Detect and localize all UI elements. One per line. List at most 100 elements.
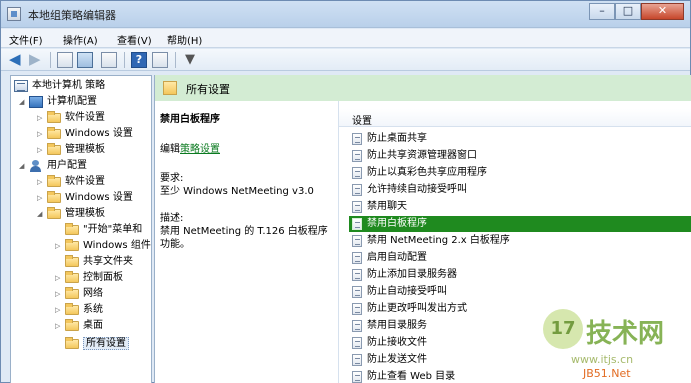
tree-windows-components[interactable]: ▷ Windows 组件	[55, 238, 151, 254]
collapse-arrow-icon[interactable]: ▷	[55, 318, 65, 334]
folder-icon	[65, 303, 79, 315]
policy-setting-icon	[352, 269, 362, 281]
settings-row[interactable]: 启用自动配置	[349, 250, 691, 266]
tree-network[interactable]: ▷ 网络	[55, 286, 103, 302]
forward-arrow-icon[interactable]: ▶	[29, 52, 45, 68]
settings-row[interactable]: 允许持续自动接受呼叫	[349, 182, 691, 198]
settings-row[interactable]: 防止接收文件	[349, 335, 691, 351]
policy-setting-icon	[352, 150, 362, 162]
collapse-arrow-icon[interactable]: ▷	[55, 302, 65, 318]
collapse-arrow-icon[interactable]: ▷	[37, 110, 47, 126]
policy-setting-icon	[352, 184, 362, 196]
tree-start-menu[interactable]: "开始"菜单和	[55, 222, 142, 238]
tree-user-config[interactable]: ◢ 用户配置	[19, 158, 87, 174]
policy-setting-icon	[352, 320, 362, 332]
policy-setting-icon	[352, 354, 362, 366]
collapse-arrow-icon[interactable]: ▷	[55, 238, 65, 254]
maximize-button[interactable]: □	[615, 3, 641, 20]
settings-row[interactable]: 禁用目录服务	[349, 318, 691, 334]
settings-row-label: 启用自动配置	[367, 252, 427, 263]
tree-shared-folders[interactable]: 共享文件夹	[55, 254, 133, 270]
folder-icon	[47, 175, 61, 187]
tree-all-settings[interactable]: 所有设置	[55, 336, 129, 352]
close-button[interactable]: ✕	[641, 3, 684, 20]
collapse-arrow-icon[interactable]: ▷	[37, 126, 47, 142]
settings-row[interactable]: 防止共享资源管理器窗口	[349, 148, 691, 164]
settings-row[interactable]: 防止桌面共享	[349, 131, 691, 147]
collapse-arrow-icon[interactable]: ▷	[37, 142, 47, 158]
tree-user-windows[interactable]: ▷ Windows 设置	[37, 190, 133, 206]
settings-row-label: 防止添加目录服务器	[367, 269, 457, 280]
policy-settings-link[interactable]: 策略设置	[180, 144, 220, 155]
policy-setting-icon	[352, 167, 362, 179]
collapse-arrow-icon[interactable]: ▷	[55, 270, 65, 286]
folder-icon	[47, 191, 61, 203]
settings-row[interactable]: 防止添加目录服务器	[349, 267, 691, 283]
tree-pane[interactable]: 本地计算机 策略 ◢ 计算机配置 ▷ 软件设置 ▷ Windows 设置 ▷ 管理模板 …	[10, 75, 152, 383]
folder-icon	[65, 337, 79, 349]
tree-root[interactable]: 本地计算机 策略	[14, 78, 105, 94]
tree-computer-software[interactable]: ▷ 软件设置	[37, 110, 105, 126]
folder-icon	[65, 223, 79, 235]
settings-row[interactable]: 禁用聊天	[349, 199, 691, 215]
tree-computer-config[interactable]: ◢ 计算机配置	[19, 94, 97, 110]
tree-system[interactable]: ▷ 系统	[55, 302, 103, 318]
menu-action[interactable]: 操作(A)	[63, 32, 98, 47]
settings-row-label: 禁用目录服务	[367, 320, 427, 331]
back-arrow-icon[interactable]: ◀	[9, 52, 25, 68]
tree-control-panel[interactable]: ▷ 控制面板	[55, 270, 123, 286]
settings-row[interactable]: 防止以真彩色共享应用程序	[349, 165, 691, 181]
folder-icon	[47, 111, 61, 123]
expand-arrow-icon[interactable]: ◢	[37, 206, 47, 222]
settings-column-header[interactable]: 设置	[339, 109, 691, 127]
properties-icon[interactable]	[152, 52, 168, 68]
settings-row-label: 防止接收文件	[367, 337, 427, 348]
help-icon[interactable]: ?	[131, 52, 147, 68]
settings-row[interactable]: 防止查看 Web 目录	[349, 369, 691, 383]
toolbar-separator	[175, 52, 176, 68]
expand-arrow-icon[interactable]: ◢	[19, 158, 29, 174]
tree-user-software[interactable]: ▷ 软件设置	[37, 174, 105, 190]
group-policy-editor-window: 本地组策略编辑器 – □ ✕ 文件(F) 操作(A) 查看(V) 帮助(H) ◀…	[0, 0, 691, 383]
policy-setting-icon	[352, 286, 362, 298]
show-tree-icon[interactable]	[77, 52, 93, 68]
settings-row[interactable]: 防止更改呼叫发出方式	[349, 301, 691, 317]
filter-icon[interactable]: ▼	[182, 52, 198, 68]
settings-list[interactable]: 设置 防止桌面共享防止共享资源管理器窗口防止以真彩色共享应用程序允许持续自动接受…	[338, 101, 691, 383]
settings-row-label: 防止查看 Web 目录	[367, 371, 456, 382]
tree-user-templates[interactable]: ◢ 管理模板	[37, 206, 105, 222]
settings-row-label: 防止桌面共享	[367, 133, 427, 144]
tree-computer-templates[interactable]: ▷ 管理模板	[37, 142, 105, 158]
folder-icon	[65, 287, 79, 299]
tree-desktop[interactable]: ▷ 桌面	[55, 318, 103, 334]
settings-row[interactable]: 禁用 NetMeeting 2.x 白板程序	[349, 233, 691, 249]
settings-row[interactable]: 禁用白板程序	[349, 216, 691, 232]
edit-prefix: 编辑	[160, 144, 180, 155]
menu-help[interactable]: 帮助(H)	[167, 32, 202, 47]
policy-setting-icon	[352, 133, 362, 145]
collapse-arrow-icon[interactable]: ▷	[55, 286, 65, 302]
detail-pane: 所有设置 禁用白板程序 编辑策略设置 要求: 至少 Windows NetMee…	[154, 75, 691, 383]
expand-arrow-icon[interactable]: ◢	[19, 94, 29, 110]
folder-icon	[47, 207, 61, 219]
folder-icon	[65, 255, 79, 267]
minimize-button[interactable]: –	[589, 3, 615, 20]
menu-view[interactable]: 查看(V)	[117, 32, 152, 47]
collapse-arrow-icon[interactable]: ▷	[37, 174, 47, 190]
up-folder-icon[interactable]	[57, 52, 73, 68]
window-controls: – □ ✕	[589, 3, 684, 20]
export-list-icon[interactable]	[101, 52, 117, 68]
settings-row-label: 防止更改呼叫发出方式	[367, 303, 467, 314]
menu-bar: 文件(F) 操作(A) 查看(V) 帮助(H)	[1, 29, 690, 48]
settings-row-label: 防止以真彩色共享应用程序	[367, 167, 487, 178]
folder-icon	[47, 127, 61, 139]
collapse-arrow-icon[interactable]: ▷	[37, 190, 47, 206]
settings-row[interactable]: 防止自动接受呼叫	[349, 284, 691, 300]
tree-computer-windows[interactable]: ▷ Windows 设置	[37, 126, 133, 142]
settings-row-label: 防止自动接受呼叫	[367, 286, 447, 297]
window-title: 本地组策略编辑器	[28, 9, 116, 22]
requirements-label: 要求:	[160, 173, 184, 184]
menu-file[interactable]: 文件(F)	[9, 32, 43, 47]
user-icon	[29, 160, 43, 172]
settings-row[interactable]: 防止发送文件	[349, 352, 691, 368]
